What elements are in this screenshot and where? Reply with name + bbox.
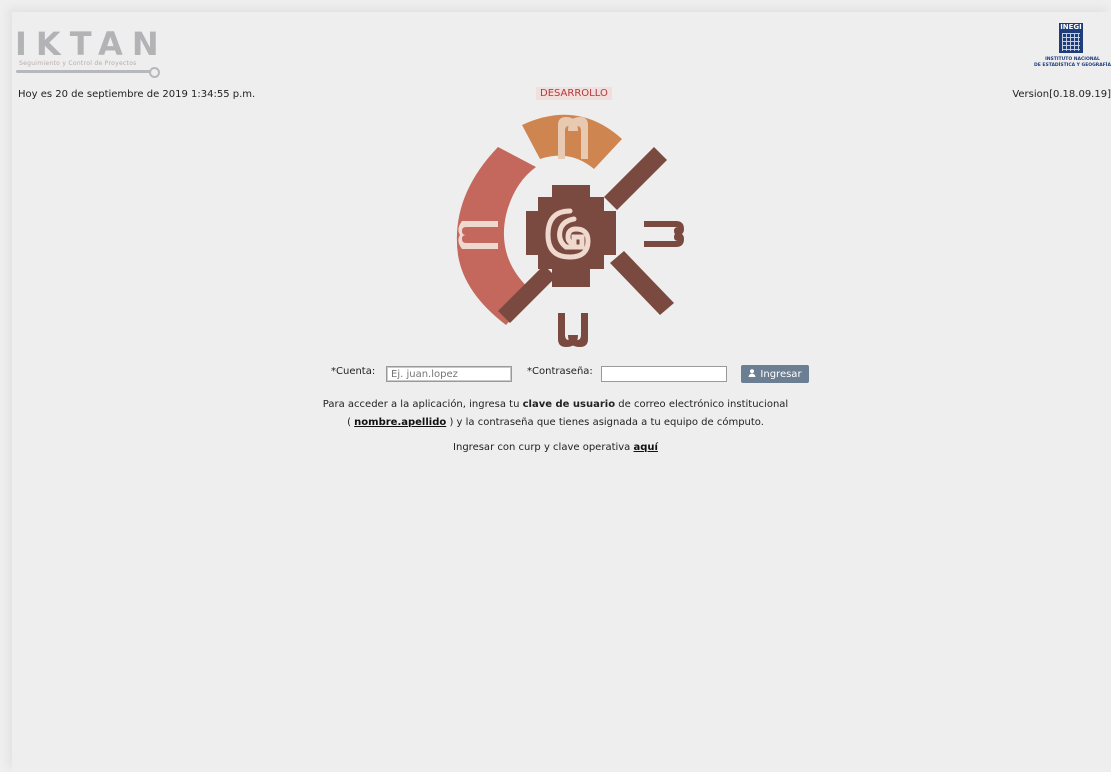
login-button[interactable]: Ingresar — [741, 365, 809, 383]
account-input[interactable] — [386, 366, 512, 382]
logo-dot — [149, 67, 160, 78]
curp-login-line: Ingresar con curp y clave operativa aquí — [0, 442, 1111, 453]
version-label: Version[0.18.09.19] — [1012, 89, 1111, 100]
login-button-label: Ingresar — [760, 368, 802, 380]
instructions-line2-suffix: ) y la contraseña que tienes asignada a … — [449, 417, 764, 428]
username-format-link[interactable]: nombre.apellido — [354, 417, 446, 428]
current-date: Hoy es 20 de septiembre de 2019 1:34:55 … — [18, 89, 256, 100]
hunab-ku-emblem — [456, 114, 684, 347]
logo-underline — [16, 70, 152, 73]
instructions-line2: ( nombre.apellido ) y la contraseña que … — [0, 417, 1111, 428]
instructions-line1-bold: clave de usuario — [522, 399, 616, 410]
account-label: *Cuenta: — [331, 366, 376, 377]
instructions-line1: Para acceder a la aplicación, ingresa tu… — [0, 399, 1111, 410]
password-label: *Contraseña: — [527, 366, 593, 377]
logo-subtitle: Seguimiento y Control de Proyectos — [19, 60, 137, 67]
instructions-line2-open: ( — [347, 417, 351, 428]
iktan-logo: IKTAN Seguimiento y Control de Proyectos — [15, 28, 165, 78]
logo-text: IKTAN — [15, 25, 168, 63]
inegi-logo: INEGI INSTITUTO NACIONAL DE ESTADÍSTICA … — [1034, 23, 1111, 78]
inegi-grid-icon — [1062, 33, 1080, 51]
password-input[interactable] — [601, 366, 727, 382]
inegi-caption: INSTITUTO NACIONAL DE ESTADÍSTICA Y GEOG… — [1034, 57, 1111, 69]
user-icon — [748, 368, 756, 380]
instructions-line1-prefix: Para acceder a la aplicación, ingresa tu — [322, 399, 520, 410]
inegi-logo-text: INEGI — [1060, 23, 1082, 31]
inegi-caption-line2: DE ESTADÍSTICA Y GEOGRAFÍA — [1034, 63, 1111, 68]
curp-login-prefix: Ingresar con curp y clave operativa — [453, 442, 631, 453]
instructions-line1-suffix: de correo electrónico institucional — [618, 399, 789, 410]
curp-login-link[interactable]: aquí — [634, 442, 658, 453]
inegi-emblem: INEGI — [1059, 23, 1083, 53]
environment-badge: DESARROLLO — [536, 87, 612, 100]
